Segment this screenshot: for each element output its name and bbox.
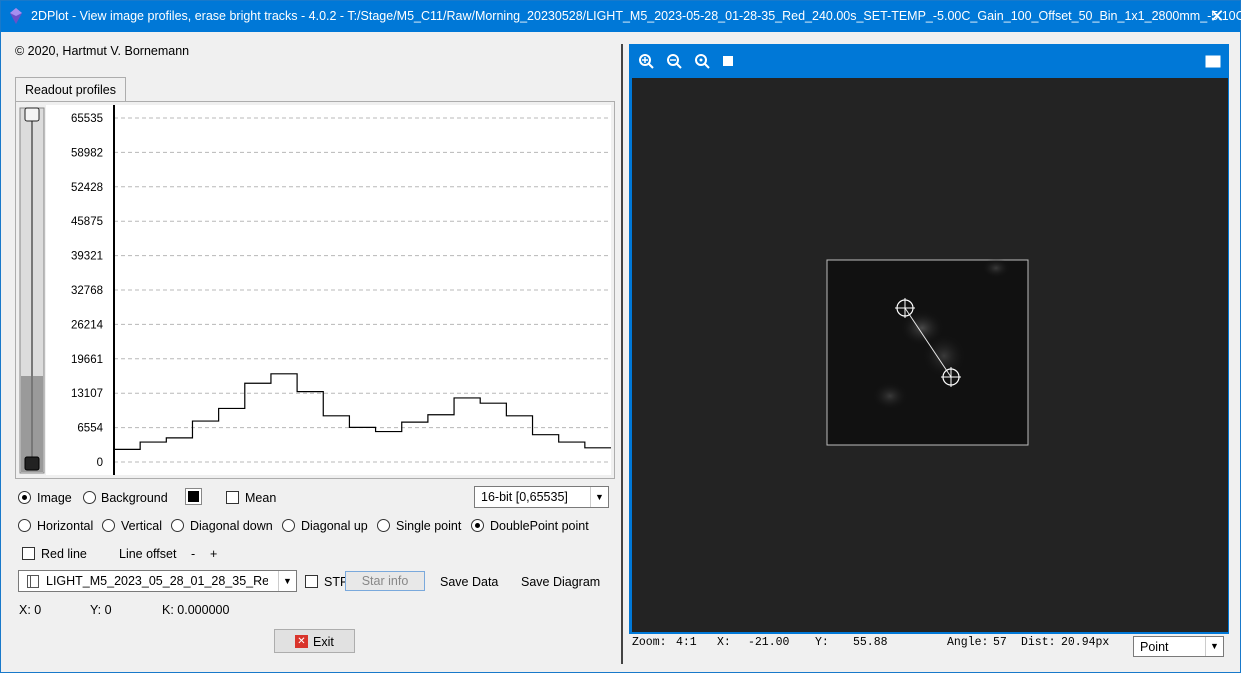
image-radio-label: Image — [37, 491, 72, 505]
zoom-fit-icon[interactable] — [694, 53, 710, 69]
file-select-value: LIGHT_M5_2023_05_28_01_28_35_Re — [46, 574, 268, 588]
vertical-radio-label: Vertical — [121, 519, 162, 533]
save-diagram-button[interactable]: Save Diagram — [521, 575, 600, 589]
double-point-radio[interactable] — [471, 519, 484, 532]
y-tick-label: 13107 — [71, 388, 103, 400]
tab-readout-profiles[interactable]: Readout profiles — [15, 77, 126, 101]
background-radio[interactable] — [83, 491, 96, 504]
background-radio-label: Background — [101, 491, 168, 505]
double-point-radio-label: DoublePoint point — [490, 519, 589, 533]
zoom-1to1-icon[interactable] — [720, 53, 736, 69]
y-tick-label: 45875 — [71, 216, 103, 228]
color-swatch-button[interactable] — [185, 488, 202, 505]
stf-checkbox[interactable] — [305, 575, 318, 588]
image-canvas-svg — [826, 258, 1029, 446]
red-line-checkbox-label: Red line — [41, 547, 87, 561]
chevron-down-icon: ▼ — [590, 487, 608, 507]
y-tick-label: 19661 — [71, 354, 103, 366]
red-line-checkbox[interactable] — [22, 547, 35, 560]
star-info-button[interactable]: Star info — [345, 571, 425, 591]
y-tick-label: 26214 — [71, 319, 104, 331]
range-slider-bottom-handle[interactable] — [24, 456, 40, 471]
y-tick-label: 0 — [97, 457, 103, 469]
horizontal-radio-label: Horizontal — [37, 519, 94, 533]
title-bar: 2DPlot - View image profiles, erase brig… — [1, 1, 1241, 32]
y-tick-label: 39321 — [71, 251, 103, 263]
line-offset-label: Line offset — [119, 547, 177, 561]
exit-button[interactable]: ✕ Exit — [274, 629, 355, 653]
image-viewer — [629, 44, 1229, 634]
diagonal-down-radio[interactable] — [171, 519, 184, 532]
bitdepth-select[interactable]: 16-bit [0,65535] ▼ — [474, 486, 609, 508]
image-radio[interactable] — [18, 491, 31, 504]
bitdepth-select-value: 16-bit [0,65535] — [481, 490, 568, 504]
k-readout: K: 0.000000 — [162, 603, 230, 617]
chevron-down-icon: ▼ — [278, 571, 296, 591]
diagonal-up-radio[interactable] — [282, 519, 295, 532]
y-label: Y: — [815, 636, 829, 649]
viewer-toolbar — [630, 45, 1228, 77]
profile-chart-svg: 65535 58982 52428 45875 39321 32768 26214 19661… — [19, 105, 611, 475]
viewer-mode-select-value: Point — [1140, 640, 1169, 654]
zoom-in-icon[interactable] — [638, 53, 654, 69]
image-canvas[interactable] — [632, 78, 1228, 632]
zoom-value: 4:1 — [676, 636, 697, 649]
chevron-down-icon: ▼ — [1205, 637, 1223, 656]
zoom-label: Zoom: — [632, 636, 667, 649]
panel-divider[interactable] — [621, 44, 623, 664]
range-slider-top-handle[interactable] — [24, 107, 40, 122]
y-value: 55.88 — [853, 636, 888, 649]
single-point-radio[interactable] — [377, 519, 390, 532]
mean-checkbox-label: Mean — [245, 491, 277, 505]
dist-value: 20.94px — [1061, 636, 1110, 649]
app-logo-icon — [10, 8, 22, 24]
single-point-radio-label: Single point — [396, 519, 462, 533]
y-tick-label: 52428 — [71, 182, 103, 194]
close-icon: ✕ — [295, 635, 308, 648]
x-value: -21.00 — [748, 636, 790, 649]
exit-button-label: Exit — [313, 635, 334, 649]
viewer-mode-select[interactable]: Point ▼ — [1133, 636, 1224, 657]
line-offset-plus-button[interactable]: + — [210, 547, 217, 561]
dist-label: Dist: — [1021, 636, 1056, 649]
x-label: X: — [717, 636, 731, 649]
y-tick-label: 65535 — [71, 113, 103, 125]
close-button[interactable]: ✕ — [1194, 1, 1240, 32]
app-window: 2DPlot - View image profiles, erase brig… — [0, 0, 1241, 673]
window-title: 2DPlot - View image profiles, erase brig… — [31, 9, 1241, 23]
copyright-text: © 2020, Hartmut V. Bornemann — [15, 44, 190, 58]
file-select[interactable]: LIGHT_M5_2023_05_28_01_28_35_Re ▼ — [18, 570, 297, 592]
mean-checkbox[interactable] — [226, 491, 239, 504]
zoom-out-icon[interactable] — [666, 53, 682, 69]
vertical-radio[interactable] — [102, 519, 115, 532]
save-data-button[interactable]: Save Data — [440, 575, 498, 589]
horizontal-radio[interactable] — [18, 519, 31, 532]
diagonal-down-radio-label: Diagonal down — [190, 519, 273, 533]
line-offset-minus-button[interactable]: - — [191, 547, 195, 561]
y-readout: Y: 0 — [90, 603, 112, 617]
x-readout: X: 0 — [19, 603, 42, 617]
y-tick-label: 6554 — [77, 423, 103, 435]
document-icon — [27, 575, 39, 588]
angle-label: Angle: — [947, 636, 989, 649]
profile-chart: 65535 58982 52428 45875 39321 32768 26214 19661… — [15, 101, 615, 479]
viewer-status-bar: Zoom: 4:1 X: -21.00 Y: 55.88 Angle: 57 D… — [629, 634, 1229, 662]
y-tick-label: 58982 — [71, 147, 103, 159]
maximize-icon[interactable] — [1205, 53, 1221, 69]
diagonal-up-radio-label: Diagonal up — [301, 519, 368, 533]
y-tick-label: 32768 — [71, 285, 103, 297]
angle-value: 57 — [993, 636, 1007, 649]
